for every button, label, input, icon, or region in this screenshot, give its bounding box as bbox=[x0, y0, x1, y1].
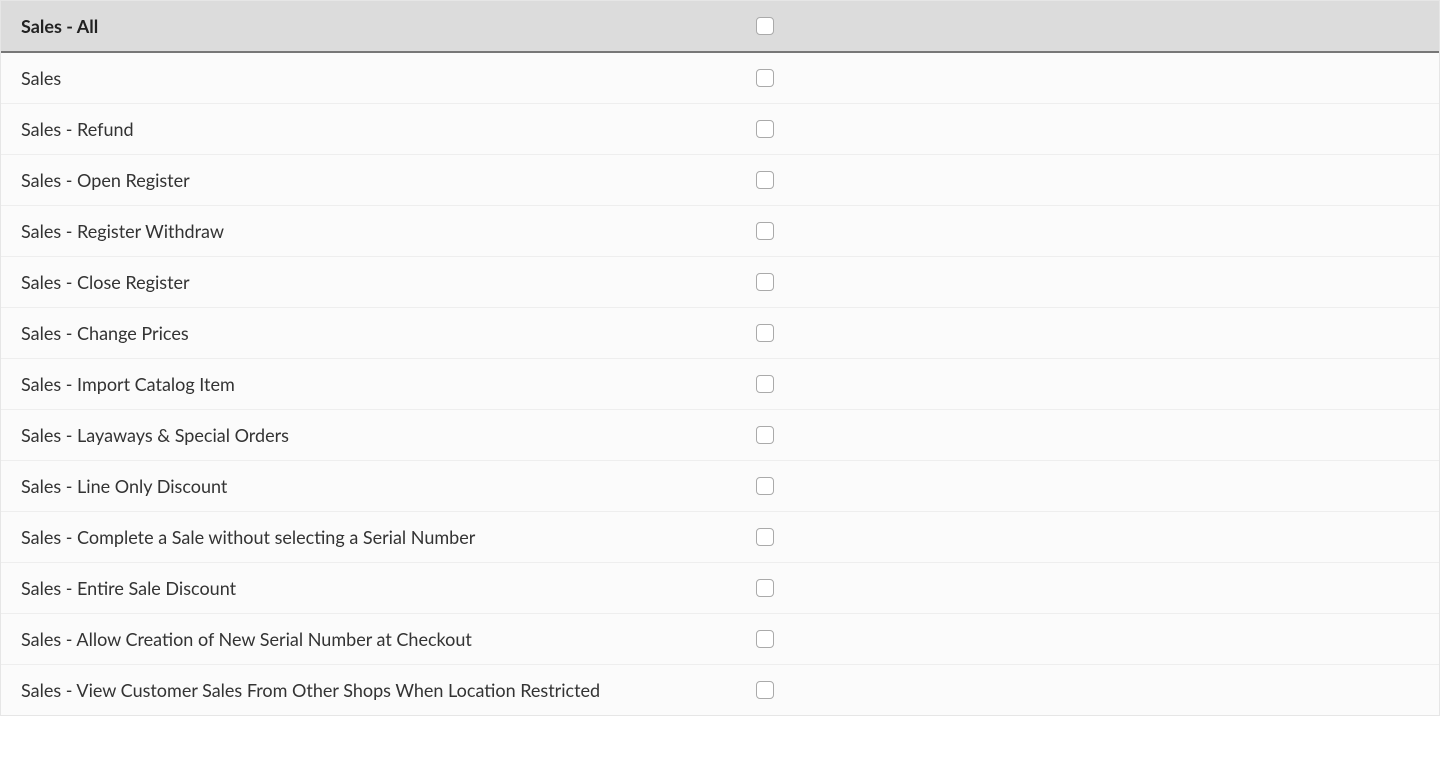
permission-label: Sales - Layaways & Special Orders bbox=[21, 424, 756, 446]
permission-row: Sales - Line Only Discount bbox=[1, 461, 1439, 512]
permission-label: Sales - Allow Creation of New Serial Num… bbox=[21, 628, 756, 650]
permission-checkbox[interactable] bbox=[756, 630, 774, 648]
permission-checkbox[interactable] bbox=[756, 681, 774, 699]
permission-row: Sales - Entire Sale Discount bbox=[1, 563, 1439, 614]
permission-checkbox[interactable] bbox=[756, 120, 774, 138]
permission-row: Sales bbox=[1, 53, 1439, 104]
permission-label: Sales - Import Catalog Item bbox=[21, 373, 756, 395]
permission-label: Sales - Change Prices bbox=[21, 322, 756, 344]
permission-label: Sales - Refund bbox=[21, 118, 756, 140]
permission-label: Sales - View Customer Sales From Other S… bbox=[21, 679, 756, 701]
permission-label: Sales - Close Register bbox=[21, 271, 756, 293]
permission-row: Sales - Change Prices bbox=[1, 308, 1439, 359]
permission-row: Sales - Close Register bbox=[1, 257, 1439, 308]
permission-row: Sales - Allow Creation of New Serial Num… bbox=[1, 614, 1439, 665]
permission-checkbox[interactable] bbox=[756, 171, 774, 189]
permission-label: Sales - Complete a Sale without selectin… bbox=[21, 526, 756, 548]
permissions-table: Sales - All Sales Sales - Refund Sales - O… bbox=[0, 0, 1440, 716]
permission-checkbox[interactable] bbox=[756, 426, 774, 444]
permission-label: Sales - Entire Sale Discount bbox=[21, 577, 756, 599]
permission-label: Sales - Line Only Discount bbox=[21, 475, 756, 497]
permission-checkbox[interactable] bbox=[756, 579, 774, 597]
permission-label: Sales - Open Register bbox=[21, 169, 756, 191]
permission-row: Sales - Open Register bbox=[1, 155, 1439, 206]
permission-row: Sales - Register Withdraw bbox=[1, 206, 1439, 257]
permission-checkbox[interactable] bbox=[756, 273, 774, 291]
permission-checkbox[interactable] bbox=[756, 324, 774, 342]
permission-row: Sales - Complete a Sale without selectin… bbox=[1, 512, 1439, 563]
permission-row: Sales - Import Catalog Item bbox=[1, 359, 1439, 410]
permission-checkbox[interactable] bbox=[756, 375, 774, 393]
permission-label: Sales bbox=[21, 67, 756, 89]
permission-checkbox[interactable] bbox=[756, 69, 774, 87]
permission-checkbox[interactable] bbox=[756, 222, 774, 240]
permissions-header-row: Sales - All bbox=[1, 1, 1439, 53]
permission-row: Sales - Layaways & Special Orders bbox=[1, 410, 1439, 461]
permissions-header-label: Sales - All bbox=[21, 15, 756, 37]
permission-label: Sales - Register Withdraw bbox=[21, 220, 756, 242]
permission-row: Sales - View Customer Sales From Other S… bbox=[1, 665, 1439, 715]
permissions-header-checkbox[interactable] bbox=[756, 17, 774, 35]
permission-checkbox[interactable] bbox=[756, 477, 774, 495]
permission-row: Sales - Refund bbox=[1, 104, 1439, 155]
permission-checkbox[interactable] bbox=[756, 528, 774, 546]
